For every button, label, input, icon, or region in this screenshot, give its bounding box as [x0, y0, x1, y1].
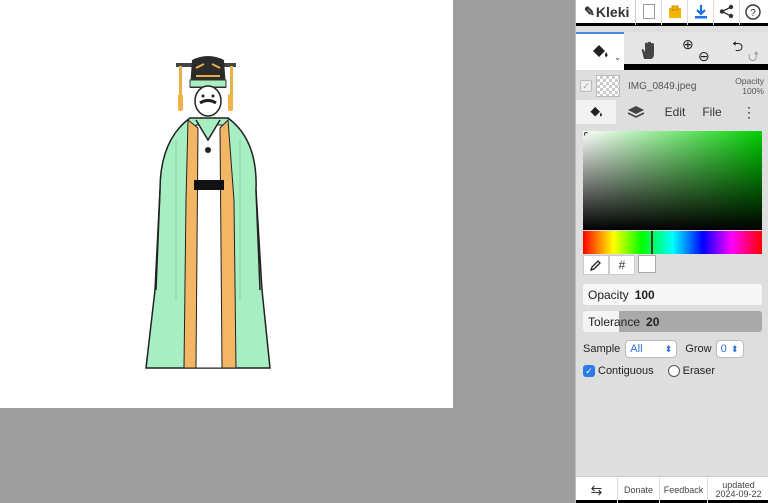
footer-bar: ⇆ Donate Feedback updated 2024-09-22	[576, 476, 768, 503]
layers-icon	[627, 106, 645, 118]
opacity-slider-label: Opacity	[588, 287, 629, 302]
tolerance-slider[interactable]: Tolerance 20	[583, 311, 762, 332]
hue-slider[interactable]	[583, 231, 762, 254]
swap-sides-button[interactable]: ⇆	[576, 477, 618, 503]
download-button[interactable]	[688, 0, 714, 25]
eyedropper-button[interactable]	[583, 255, 609, 275]
hex-input-button[interactable]: #	[609, 255, 635, 275]
fill-tool-button[interactable]: ⌄	[576, 32, 624, 70]
eraser-checkbox[interactable]	[667, 365, 680, 377]
chevron-down-icon: ⌄	[614, 53, 621, 62]
sample-label: Sample	[583, 343, 621, 355]
hand-tool-button[interactable]	[624, 32, 672, 70]
tolerance-slider-value: 20	[646, 314, 660, 329]
undo-icon[interactable]: ⮌	[732, 36, 743, 60]
eyedropper-icon	[590, 260, 601, 271]
sample-select[interactable]: All ⬍	[625, 340, 678, 358]
top-bar: ✎ Kleki ?	[576, 0, 768, 26]
layer-row[interactable]: ✓ IMG_0849.jpeg Opacity 100%	[576, 72, 768, 100]
new-image-icon	[642, 4, 655, 19]
select-arrows-icon: ⬍	[731, 343, 739, 354]
kleki-logo-icon: ✎	[584, 3, 595, 19]
share-icon	[719, 4, 734, 19]
opacity-slider-value: 100	[634, 287, 655, 302]
zoom-buttons: ⊕ ⊖	[672, 32, 720, 70]
tolerance-slider-label: Tolerance	[588, 314, 641, 329]
more-menu-button[interactable]: ⋮	[730, 100, 768, 124]
drawing-canvas[interactable]	[0, 0, 453, 408]
fill-bucket-icon	[590, 106, 602, 116]
save-button[interactable]	[662, 0, 688, 25]
color-picker-handle[interactable]	[584, 132, 588, 136]
zoom-in-icon[interactable]: ⊕	[682, 36, 694, 53]
undo-redo-buttons: ⮌ ⮍	[720, 32, 768, 70]
donate-button[interactable]: Donate	[618, 477, 660, 503]
app-name: Kleki	[595, 3, 630, 20]
save-icon	[668, 5, 681, 18]
layer-name: IMG_0849.jpeg	[628, 80, 697, 92]
updated-date: 2024-09-22	[715, 489, 762, 499]
contiguous-option[interactable]: ✓ Contiguous	[583, 365, 654, 377]
current-color-swatch[interactable]	[638, 255, 656, 273]
opacity-slider[interactable]: Opacity 100	[583, 284, 762, 305]
donate-label: Donate	[623, 484, 654, 495]
drawing-illustration	[145, 56, 271, 369]
tab-file[interactable]: File	[694, 100, 730, 124]
help-icon: ?	[745, 3, 761, 20]
checkbox-row: ✓ Contiguous Eraser	[583, 365, 715, 377]
color-picker-area[interactable]	[583, 131, 762, 230]
help-button[interactable]: ?	[740, 0, 766, 25]
contiguous-label: Contiguous	[598, 365, 654, 377]
tab-edit[interactable]: Edit	[656, 100, 694, 124]
side-panel: ✎ Kleki ? ⌄ ⊕ ⊖ ⮌ ⮍ ✓ IMG_0849.jpeg Opac…	[575, 0, 768, 503]
layer-opacity-label: Opacity	[735, 76, 764, 86]
eraser-option[interactable]: Eraser	[667, 365, 716, 377]
share-button[interactable]	[714, 0, 740, 25]
download-icon	[694, 5, 707, 19]
eraser-label: Eraser	[682, 365, 716, 377]
sample-select-value: All	[630, 343, 643, 355]
updated-info[interactable]: updated 2024-09-22	[708, 477, 768, 503]
hue-slider-handle[interactable]	[651, 231, 654, 254]
svg-text:?: ?	[750, 8, 756, 19]
contiguous-checkbox[interactable]: ✓	[583, 365, 595, 377]
more-vertical-icon: ⋮	[742, 103, 756, 120]
fill-bucket-icon	[593, 45, 608, 57]
tool-row: ⌄ ⊕ ⊖ ⮌ ⮍	[576, 32, 768, 70]
zoom-out-icon[interactable]: ⊖	[698, 48, 710, 65]
feedback-label: Feedback	[663, 484, 704, 495]
tab-layers[interactable]	[616, 100, 656, 124]
hand-icon	[641, 41, 654, 59]
new-image-button[interactable]	[636, 0, 662, 25]
tab-tool-settings[interactable]	[576, 100, 616, 124]
select-arrows-icon: ⬍	[664, 343, 673, 354]
canvas-area[interactable]	[0, 0, 575, 503]
kleki-logo[interactable]: ✎ Kleki	[576, 0, 636, 25]
sample-grow-row: Sample All ⬍ Grow 0 ⬍	[583, 340, 744, 358]
layer-thumbnail	[596, 75, 620, 97]
color-buttons: #	[583, 255, 663, 275]
swap-arrows-icon: ⇆	[590, 481, 603, 498]
layer-visibility-checkbox[interactable]: ✓	[580, 80, 592, 92]
feedback-button[interactable]: Feedback	[660, 477, 708, 503]
layer-opacity-value: 100%	[742, 86, 764, 96]
grow-select[interactable]: 0 ⬍	[715, 340, 744, 358]
grow-select-value: 0	[720, 343, 727, 355]
layer-opacity: Opacity 100%	[735, 76, 768, 96]
grow-label: Grow	[685, 343, 712, 355]
panel-tabs: Edit File ⋮	[576, 100, 768, 124]
